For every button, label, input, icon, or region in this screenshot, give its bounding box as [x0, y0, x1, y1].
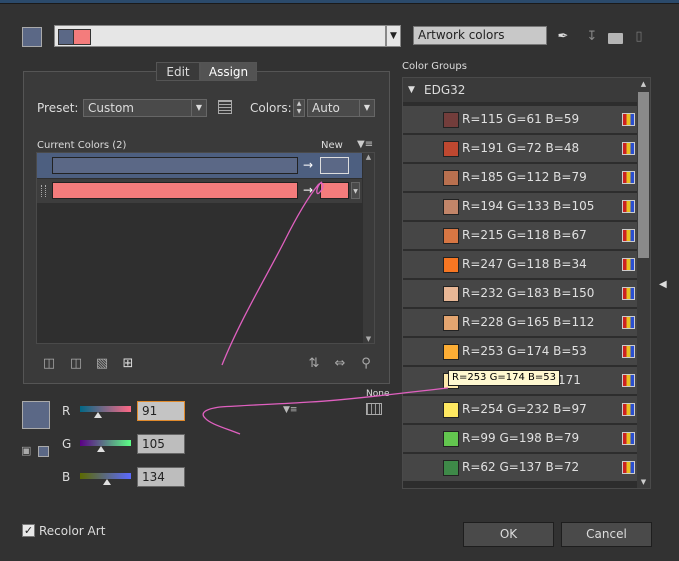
cancel-button[interactable]: Cancel — [561, 522, 652, 547]
annotation-strokes — [202, 181, 449, 435]
recolor-art-checkbox[interactable]: ✓ — [22, 524, 35, 537]
recolor-art-label: Recolor Art — [39, 524, 106, 538]
ok-button[interactable]: OK — [463, 522, 554, 547]
